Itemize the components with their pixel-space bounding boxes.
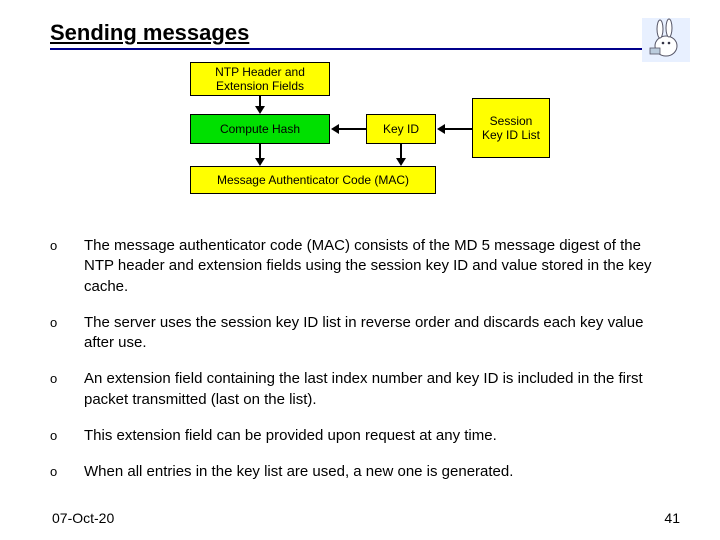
- bullet-marker: o: [50, 426, 84, 446]
- bullet-text: An extension field containing the last i…: [84, 369, 670, 410]
- arrow-head: [396, 158, 406, 166]
- arrow: [445, 128, 472, 130]
- rabbit-logo: [642, 18, 690, 62]
- box-compute-hash: Compute Hash: [190, 114, 330, 144]
- box-session-list: Session Key ID List: [472, 98, 550, 158]
- list-item: o This extension field can be provided u…: [50, 426, 670, 446]
- list-item: o The server uses the session key ID lis…: [50, 313, 670, 354]
- title-bar: Sending messages: [50, 20, 670, 50]
- list-item: o An extension field containing the last…: [50, 369, 670, 410]
- arrow-head: [255, 158, 265, 166]
- flow-diagram: NTP Header and Extension Fields Compute …: [170, 62, 650, 222]
- arrow-head: [331, 124, 339, 134]
- bullet-marker: o: [50, 462, 84, 482]
- footer: 07-Oct-20 41: [52, 510, 680, 526]
- bullet-text: This extension field can be provided upo…: [84, 426, 670, 446]
- bullet-list: o The message authenticator code (MAC) c…: [50, 236, 670, 482]
- bullet-marker: o: [50, 369, 84, 410]
- footer-page: 41: [664, 510, 680, 526]
- box-mac: Message Authenticator Code (MAC): [190, 166, 436, 194]
- bullet-text: When all entries in the key list are use…: [84, 462, 670, 482]
- list-item: o The message authenticator code (MAC) c…: [50, 236, 670, 297]
- arrow-head: [255, 106, 265, 114]
- bullet-text: The server uses the session key ID list …: [84, 313, 670, 354]
- footer-date: 07-Oct-20: [52, 510, 114, 526]
- page-title: Sending messages: [50, 20, 249, 46]
- list-item: o When all entries in the key list are u…: [50, 462, 670, 482]
- arrow: [339, 128, 366, 130]
- bullet-text: The message authenticator code (MAC) con…: [84, 236, 670, 297]
- bullet-marker: o: [50, 236, 84, 297]
- arrow-head: [437, 124, 445, 134]
- box-key-id: Key ID: [366, 114, 436, 144]
- box-ntp-header: NTP Header and Extension Fields: [190, 62, 330, 96]
- bullet-marker: o: [50, 313, 84, 354]
- slide: Sending messages NTP Header and Extensio…: [0, 0, 720, 540]
